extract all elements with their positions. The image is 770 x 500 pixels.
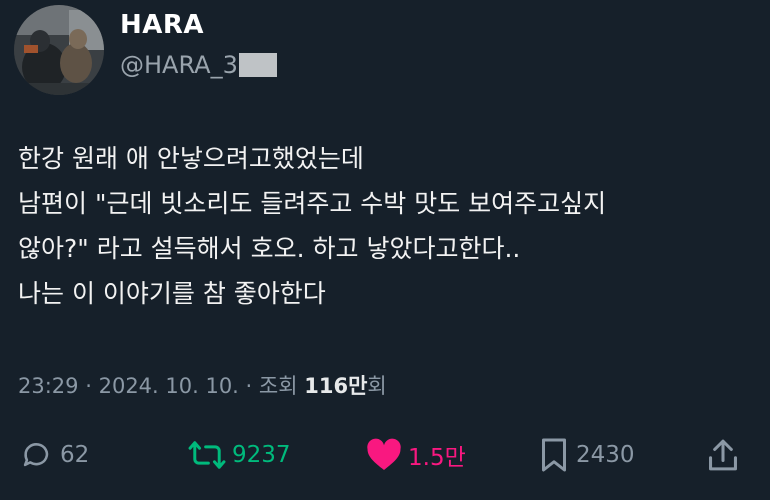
like-button[interactable]: 1.5만 (366, 430, 466, 480)
tweet-date[interactable]: 2024. 10. 10. (99, 374, 239, 398)
redaction-box (238, 53, 277, 77)
views-suffix: 회 (367, 374, 387, 398)
heart-icon (367, 438, 401, 470)
bookmark-button[interactable]: 2430 (538, 430, 635, 480)
meta-separator: · (85, 374, 92, 398)
speech-bubble-icon (23, 443, 49, 467)
tweet-text-line: 나는 이 이야기를 참 좋아한다 (18, 279, 326, 308)
retweet-count: 9237 (232, 442, 291, 468)
action-bar: 62 9237 1.5만 2430 (0, 430, 770, 480)
share-icon (709, 439, 737, 471)
reply-button[interactable]: 62 (20, 430, 89, 480)
handle-row: @HARA_3 (120, 51, 277, 79)
like-count: 1.5만 (408, 445, 466, 471)
user-handle[interactable]: @HARA_3 (120, 51, 238, 79)
retweet-icon (188, 441, 226, 469)
tweet-text-line: 남편이 "근데 빗소리도 들려주고 수박 맛도 보여주고싶지 (18, 189, 607, 218)
meta-separator: · (245, 374, 253, 398)
retweet-button[interactable]: 9237 (188, 430, 291, 480)
display-name[interactable]: HARA (120, 10, 204, 40)
tweet-text-line: 한강 원래 애 안낳으려고했었는데 (18, 144, 364, 173)
bookmark-icon (542, 438, 566, 472)
reply-count: 62 (60, 442, 90, 468)
tweet-time[interactable]: 23:29 (18, 374, 79, 398)
bookmark-count: 2430 (576, 442, 635, 468)
views-count: 116만 (304, 374, 368, 398)
share-button[interactable] (706, 430, 740, 480)
tweet-text-line: 않아?" 라고 설득해서 호오. 하고 낳았다고한다.. (18, 234, 521, 263)
avatar-photo (14, 5, 104, 95)
tweet-meta: 23:29 · 2024. 10. 10. · 조회 116만회 (18, 370, 387, 400)
tweet: HARA @HARA_3 한강 원래 애 안낳으려고했었는데 남편이 "근데 빗… (0, 0, 770, 500)
tweet-text: 한강 원래 애 안낳으려고했었는데 남편이 "근데 빗소리도 들려주고 수박 맛… (18, 136, 758, 316)
avatar[interactable] (14, 5, 104, 95)
views-label: 조회 (258, 374, 298, 398)
